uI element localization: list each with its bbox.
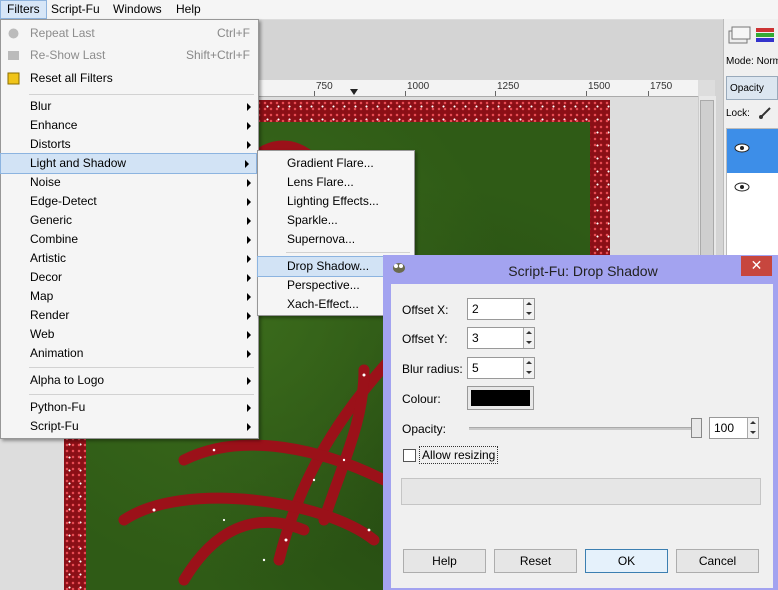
ruler-label: 1000 bbox=[407, 81, 430, 92]
menu-windows[interactable]: Windows bbox=[107, 0, 168, 19]
ruler-label: 750 bbox=[316, 81, 333, 92]
spin-down-icon[interactable] bbox=[523, 309, 534, 319]
blur-radius-spinbox[interactable]: 5 bbox=[467, 357, 535, 379]
blur-radius-label: Blur radius: bbox=[402, 362, 463, 376]
menu-item-repeat-last[interactable]: Repeat Last Ctrl+F bbox=[1, 24, 258, 43]
allow-resizing-checkbox[interactable] bbox=[403, 449, 416, 462]
opacity-control[interactable]: Opacity bbox=[726, 76, 778, 100]
menu-item-alpha-to-logo[interactable]: Alpha to Logo bbox=[1, 371, 258, 390]
menu-item-web[interactable]: Web bbox=[1, 325, 258, 344]
ruler-label: 1500 bbox=[588, 81, 611, 92]
ok-button[interactable]: OK bbox=[585, 549, 668, 573]
cancel-button[interactable]: Cancel bbox=[676, 549, 759, 573]
layers-stack-icon bbox=[728, 26, 774, 44]
reshow-icon bbox=[8, 51, 19, 60]
ruler-label: 1750 bbox=[650, 81, 673, 92]
menu-filters[interactable]: Filters bbox=[0, 0, 47, 19]
menu-item-reset-all-filters[interactable]: Reset all Filters bbox=[1, 69, 258, 88]
menu-item-python-fu[interactable]: Python-Fu bbox=[1, 398, 258, 417]
offset-y-value: 3 bbox=[472, 331, 479, 345]
help-button[interactable]: Help bbox=[403, 549, 486, 573]
menu-item-lens-flare[interactable]: Lens Flare... bbox=[258, 173, 414, 192]
spin-down-icon[interactable] bbox=[747, 428, 758, 438]
offset-x-label: Offset X: bbox=[402, 303, 449, 317]
vertical-scrollbar-thumb[interactable] bbox=[700, 100, 714, 262]
offset-y-label: Offset Y: bbox=[402, 332, 448, 346]
visibility-eye-icon[interactable] bbox=[734, 182, 750, 192]
ruler-label: 1250 bbox=[497, 81, 520, 92]
menu-item-enhance[interactable]: Enhance bbox=[1, 116, 258, 135]
spin-down-icon[interactable] bbox=[523, 338, 534, 348]
offset-y-spinbox[interactable]: 3 bbox=[467, 327, 535, 349]
menu-item-noise[interactable]: Noise bbox=[1, 173, 258, 192]
menu-item-animation[interactable]: Animation bbox=[1, 344, 258, 363]
colour-label: Colour: bbox=[402, 392, 441, 406]
reset-icon bbox=[7, 72, 20, 85]
ruler-pointer-icon bbox=[350, 89, 358, 95]
visibility-eye-icon[interactable] bbox=[734, 143, 750, 153]
menu-item-gradient-flare[interactable]: Gradient Flare... bbox=[258, 154, 414, 173]
menu-item-artistic[interactable]: Artistic bbox=[1, 249, 258, 268]
opacity-spinbox[interactable]: 100 bbox=[709, 417, 759, 439]
menu-script-fu[interactable]: Script-Fu bbox=[45, 0, 106, 19]
menu-item-render[interactable]: Render bbox=[1, 306, 258, 325]
dialog-titlebar[interactable]: Script-Fu: Drop Shadow bbox=[390, 258, 776, 282]
paintbrush-icon[interactable] bbox=[758, 106, 774, 120]
menu-item-reshow-last[interactable]: Re-Show Last Shift+Ctrl+F bbox=[1, 46, 258, 65]
menu-item-lighting-effects[interactable]: Lighting Effects... bbox=[258, 192, 414, 211]
horizontal-ruler: 750 1000 1250 1500 1750 bbox=[258, 80, 698, 97]
allow-resizing-label[interactable]: Allow resizing bbox=[419, 446, 499, 464]
filters-menu: Repeat Last Ctrl+F Re-Show Last Shift+Ct… bbox=[0, 19, 259, 439]
menu-item-generic[interactable]: Generic bbox=[1, 211, 258, 230]
opacity-slider-track[interactable] bbox=[469, 427, 699, 430]
reset-button[interactable]: Reset bbox=[494, 549, 577, 573]
colour-button[interactable] bbox=[467, 386, 534, 410]
menu-item-blur[interactable]: Blur bbox=[1, 97, 258, 116]
spin-down-icon[interactable] bbox=[523, 368, 534, 378]
menu-item-map[interactable]: Map bbox=[1, 287, 258, 306]
menu-item-decor[interactable]: Decor bbox=[1, 268, 258, 287]
lock-label: Lock: bbox=[726, 108, 750, 119]
progress-bar bbox=[401, 478, 761, 505]
dialog-close-button[interactable]: ✕ bbox=[741, 256, 772, 276]
mode-label: Mode: Norm bbox=[726, 56, 778, 67]
menu-item-sparkle[interactable]: Sparkle... bbox=[258, 211, 414, 230]
offset-x-value: 2 bbox=[472, 302, 479, 316]
opacity-slider-thumb[interactable] bbox=[691, 418, 702, 438]
menu-item-edge-detect[interactable]: Edge-Detect bbox=[1, 192, 258, 211]
menu-item-distorts[interactable]: Distorts bbox=[1, 135, 258, 154]
blur-radius-value: 5 bbox=[472, 361, 479, 375]
dialog-title: Script-Fu: Drop Shadow bbox=[508, 263, 658, 279]
menubar: Filters Script-Fu Windows Help bbox=[0, 0, 778, 20]
opacity-value: 100 bbox=[714, 421, 735, 435]
menu-item-combine[interactable]: Combine bbox=[1, 230, 258, 249]
menu-item-light-and-shadow[interactable]: Light and Shadow bbox=[0, 153, 257, 174]
menu-item-supernova[interactable]: Supernova... bbox=[258, 230, 414, 249]
offset-x-spinbox[interactable]: 2 bbox=[467, 298, 535, 320]
dialog-body: Offset X: 2 Offset Y: 3 Blur radius: 5 C… bbox=[391, 284, 773, 588]
menu-item-script-fu[interactable]: Script-Fu bbox=[1, 417, 258, 436]
opacity-label: Opacity: bbox=[402, 422, 447, 436]
repeat-icon bbox=[8, 28, 19, 39]
menu-help[interactable]: Help bbox=[170, 0, 207, 19]
colour-swatch bbox=[471, 390, 530, 406]
